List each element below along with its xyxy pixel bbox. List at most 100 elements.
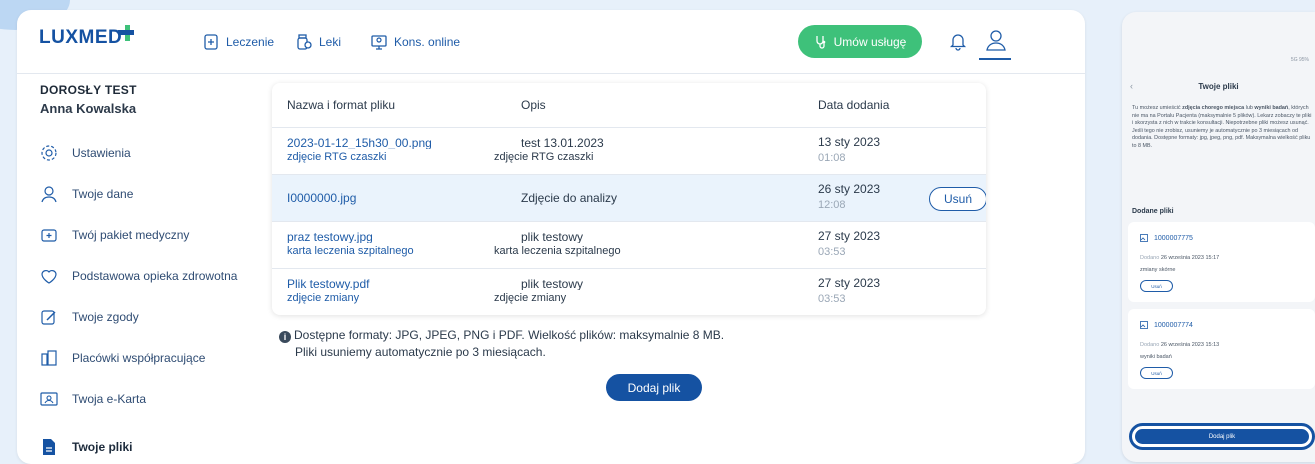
table-row[interactable]: 2023-01-12_15h30_00.png test 13.01.2023 … — [272, 127, 986, 175]
table-row-selected[interactable]: I0000000.jpg Zdjęcie do analizy 26 sty 2… — [272, 174, 986, 222]
sidebar-item-placowki[interactable]: Placówki współpracujące — [40, 349, 205, 367]
user-profile-icon[interactable] — [985, 28, 1007, 52]
mobile-file-name: 1000007775 — [1154, 234, 1193, 242]
file-date: 27 sty 2023 — [818, 276, 881, 290]
logo[interactable]: LUXMED — [39, 27, 122, 49]
sidebar-item-label: Twoje dane — [72, 187, 134, 201]
mobile-remove-button[interactable]: Usuń — [1140, 280, 1173, 292]
file-description: plik testowy — [521, 230, 584, 244]
sidebar-item-label: Ustawienia — [72, 146, 131, 160]
mobile-file-desc: wyniki badań — [1140, 354, 1172, 360]
settings-icon — [41, 145, 57, 161]
date-prefix: Dodano — [1140, 255, 1160, 261]
file-label-overlay: zdjęcie zmiany — [283, 290, 487, 306]
mobile-file-link[interactable]: 1000007775 — [1140, 234, 1193, 242]
desc-text: , których nie ma na Portalu Pacjenta (ma… — [1132, 105, 1312, 149]
add-file-button[interactable]: Dodaj plik — [606, 374, 702, 401]
file-time: 01:08 — [818, 152, 846, 164]
video-consult-icon — [371, 35, 387, 50]
mobile-add-file-highlight: Dodaj plik — [1129, 423, 1315, 450]
sidebar-item-label: Twoje zgody — [72, 310, 139, 324]
sidebar-item-label: Twój pakiet medyczny — [72, 228, 190, 242]
mobile-file-date: Dodano 26 września 2023 15:17 — [1140, 255, 1219, 261]
file-label-overlay: zdjęcie RTG czaszki — [283, 149, 487, 165]
file-date: 26 sty 2023 — [818, 182, 881, 196]
file-date: 13 sty 2023 — [818, 135, 881, 149]
mobile-description: Tu możesz umieścić zdjęcia chorego miejs… — [1132, 105, 1312, 151]
file-description: plik testowy — [521, 277, 584, 291]
bell-icon[interactable] — [948, 31, 968, 51]
desc-text: Tu możesz umieścić — [1132, 105, 1183, 111]
nav-label: Kons. online — [394, 35, 461, 49]
edit-icon — [41, 310, 56, 325]
nav-label: Leczenie — [226, 35, 275, 49]
file-name[interactable]: Plik testowy.pdf — [287, 277, 369, 291]
account-type: DOROSŁY TEST — [40, 83, 137, 97]
buildings-icon — [41, 350, 57, 366]
info-icon: i — [279, 331, 291, 343]
mobile-file-date: Dodano 26 września 2023 15:13 — [1140, 342, 1219, 348]
file-name[interactable]: praz testowy.jpg — [287, 230, 373, 244]
sidebar-item-ustawienia[interactable]: Ustawienia — [40, 144, 131, 162]
desc-bold: wyniki badań — [1254, 105, 1289, 111]
file-description: test 13.01.2023 — [521, 136, 604, 150]
file-time: 12:08 — [818, 199, 846, 211]
files-table: Nazwa i format pliku Opis Data dodania 2… — [272, 83, 986, 315]
medical-case-icon — [204, 34, 218, 50]
mobile-file-card: 1000007774 Dodano 26 września 2023 15:13… — [1128, 309, 1315, 389]
description-overlay: zdjęcie zmiany — [490, 290, 688, 306]
file-time: 03:53 — [818, 293, 846, 305]
column-header-date: Data dodania — [818, 98, 890, 112]
sidebar-item-zgody[interactable]: Twoje zgody — [40, 308, 139, 326]
added-files-heading: Dodane pliki — [1132, 208, 1174, 215]
sidebar: DOROSŁY TEST Anna Kowalska Ustawienia Tw… — [17, 74, 267, 464]
description-overlay: zdjęcie RTG czaszki — [490, 149, 688, 165]
active-indicator — [979, 58, 1011, 60]
sidebar-item-twoje-dane[interactable]: Twoje dane — [40, 185, 133, 203]
file-label-overlay: karta leczenia szpitalnego — [283, 243, 487, 259]
mobile-file-card: 1000007775 Dodano 26 września 2023 15:17… — [1128, 222, 1315, 302]
image-file-icon — [1140, 321, 1148, 329]
date-prefix: Dodano — [1140, 342, 1160, 348]
status-bar: 5G 95% — [1290, 57, 1309, 63]
heart-icon — [41, 270, 57, 284]
image-file-icon — [1140, 234, 1148, 242]
nav-label: Leki — [319, 35, 342, 49]
mobile-file-desc: zmiany skórne — [1140, 267, 1176, 273]
book-service-button[interactable]: Umów usługę — [798, 25, 922, 58]
stethoscope-icon — [815, 35, 825, 49]
mobile-file-name: 1000007774 — [1154, 321, 1193, 329]
file-name[interactable]: 2023-01-12_15h30_00.png — [287, 136, 432, 150]
nav-leczenie[interactable]: Leczenie — [202, 33, 274, 51]
upload-info: i Dostępne formaty: JPG, JPEG, PNG i PDF.… — [279, 327, 724, 361]
mobile-remove-button[interactable]: Usuń — [1140, 367, 1173, 379]
remove-file-button[interactable]: Usuń — [929, 187, 986, 211]
date-value: 26 września 2023 15:17 — [1160, 255, 1220, 261]
column-header-name: Nazwa i format pliku — [287, 98, 396, 112]
sidebar-item-pakiet[interactable]: Twój pakiet medyczny — [40, 226, 189, 244]
mobile-file-link[interactable]: 1000007774 — [1140, 321, 1193, 329]
file-time: 03:53 — [818, 246, 846, 258]
medical-package-icon — [41, 229, 57, 242]
description-overlay: karta leczenia szpitalnego — [490, 243, 688, 259]
file-description: Zdjęcie do analizy — [521, 191, 618, 205]
table-row[interactable]: praz testowy.jpg plik testowy 27 sty 202… — [272, 221, 986, 269]
user-name: Anna Kowalska — [40, 101, 137, 116]
nav-leki[interactable]: Leki — [295, 33, 341, 51]
sidebar-item-label: Twoje pliki — [72, 440, 133, 454]
desc-text: lub — [1244, 105, 1255, 111]
file-icon — [43, 439, 55, 455]
sidebar-item-label: Podstawowa opieka zdrowotna — [72, 269, 238, 283]
file-date: 27 sty 2023 — [818, 229, 881, 243]
sidebar-item-e-karta[interactable]: Twoja e-Karta — [40, 390, 146, 408]
desktop-window: LUXMED Leczenie Leki Kons. online Umów u… — [17, 10, 1085, 464]
info-line-1: Dostępne formaty: JPG, JPEG, PNG i PDF. … — [294, 328, 725, 342]
mobile-add-file-button[interactable]: Dodaj plik — [1135, 429, 1309, 444]
pills-icon — [297, 34, 312, 50]
file-name[interactable]: I0000000.jpg — [287, 191, 356, 205]
sidebar-item-twoje-pliki[interactable]: Twoje pliki — [40, 438, 132, 456]
nav-kons-online[interactable]: Kons. online — [370, 33, 460, 51]
sidebar-item-opieka[interactable]: Podstawowa opieka zdrowotna — [40, 267, 237, 285]
table-row[interactable]: Plik testowy.pdf plik testowy 27 sty 202… — [272, 268, 986, 315]
date-value: 26 września 2023 15:13 — [1160, 342, 1220, 348]
